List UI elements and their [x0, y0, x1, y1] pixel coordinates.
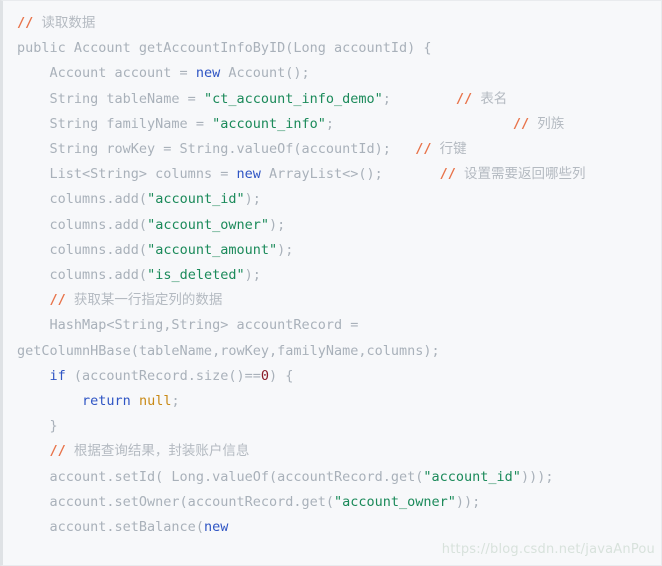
code-token-keyword: new: [203, 519, 229, 536]
code-token-number: 0: [260, 367, 269, 384]
code-token-string: "account_amount": [147, 241, 278, 258]
code-line: // 读取数据: [17, 11, 661, 36]
code-token-plain: columns.add(: [17, 241, 148, 258]
code-token-string: "account_id": [423, 468, 521, 485]
code-token-plain: ArrayList<>();: [260, 166, 440, 183]
code-lines-container: // 读取数据 public Account getAccountInfoByID…: [17, 11, 661, 540]
code-token-plain: HashMap<String,String> accountRecord = g…: [17, 317, 440, 359]
code-token-comment-text: 表名: [480, 90, 508, 107]
code-token-plain: ) {: [269, 367, 294, 384]
code-token-plain: );: [244, 191, 261, 208]
code-line: // 获取某一行指定列的数据: [17, 288, 661, 313]
code-token-keyword: if: [49, 367, 66, 384]
code-block[interactable]: // 读取数据 public Account getAccountInfoByID…: [0, 0, 662, 566]
code-token-plain: String familyName =: [17, 115, 213, 132]
code-token-keyword: new: [195, 65, 221, 82]
code-token-plain: account.setId( Long.valueOf(accountRecor…: [17, 468, 424, 485]
code-line: columns.add("account_id");: [17, 187, 661, 212]
code-line: Account account = new Account();: [17, 61, 661, 86]
code-token-comment-text: 读取数据: [41, 15, 96, 31]
code-token-plain: );: [244, 267, 261, 284]
code-line: columns.add("is_deleted");: [17, 263, 661, 288]
code-token-comment-text: 根据查询结果，封装账户信息: [73, 443, 250, 460]
code-line: String familyName = "account_info"; // 列…: [17, 112, 661, 137]
code-token-comment-marker: //: [49, 443, 74, 460]
code-line: account.setOwner(accountRecord.get("acco…: [17, 490, 661, 515]
code-token-plain: account.setOwner(accountRecord.get(: [17, 493, 334, 510]
code-line: if (accountRecord.size()==0) {: [17, 364, 661, 389]
code-token-plain: account.setBalance(: [17, 519, 204, 536]
watermark-text: https://blog.csdn.net/javaAnPou: [441, 542, 655, 557]
code-token-comment-marker: //: [455, 90, 481, 107]
code-line: String tableName = "ct_account_info_demo…: [17, 87, 661, 112]
code-token-plain: ;: [382, 90, 456, 107]
code-token-keyword: return: [82, 393, 131, 410]
code-token-comment-marker: //: [415, 141, 440, 158]
code-token-plain: Account();: [220, 65, 310, 82]
code-token-string: "account_owner": [147, 216, 269, 233]
code-line: // 根据查询结果，封装账户信息: [17, 439, 661, 464]
code-token-string: "account_owner": [334, 493, 456, 510]
code-line: return null;: [17, 389, 661, 414]
code-line: account.setId( Long.valueOf(accountRecor…: [17, 465, 661, 490]
code-line: columns.add("account_amount");: [17, 238, 661, 263]
code-line: List<String> columns = new ArrayList<>()…: [17, 162, 661, 187]
code-token-plain: }: [17, 418, 58, 435]
code-token-comment-text: 获取某一行指定列的数据: [73, 292, 223, 309]
code-token-plain: );: [277, 241, 294, 258]
code-token-plain: columns.add(: [17, 216, 148, 233]
code-line: String rowKey = String.valueOf(accountId…: [17, 137, 661, 162]
code-token-keyword: new: [236, 166, 261, 183]
code-token-comment-text: 列族: [537, 115, 565, 132]
code-token-plain: ;: [325, 115, 513, 132]
code-token-plain: String rowKey = String.valueOf(accountId…: [17, 141, 416, 158]
code-line: HashMap<String,String> accountRecord = g…: [17, 313, 661, 363]
code-token-plain: (accountRecord.size()==: [65, 367, 261, 384]
code-token-plain: );: [268, 216, 286, 233]
code-line: account.setBalance(new: [17, 515, 661, 540]
code-token-plain: )));: [520, 468, 554, 485]
code-token-null-literal: null: [138, 393, 172, 410]
code-line: public Account getAccountInfoByID(Long a…: [17, 36, 661, 61]
code-token-plain: Account account =: [17, 65, 196, 82]
code-token-plain: columns.add(: [17, 267, 148, 284]
code-token-plain: ;: [171, 393, 180, 410]
code-token-comment-marker: //: [512, 115, 538, 132]
code-token-string: "ct_account_info_demo": [203, 90, 383, 107]
code-token-string: "account_id": [147, 191, 245, 208]
code-token-comment-marker: //: [17, 15, 42, 31]
code-token-comment-text: 设置需要返回哪些列: [464, 166, 586, 183]
code-token-plain: public Account getAccountInfoByID(Long a…: [17, 40, 432, 57]
code-token-comment-marker: //: [439, 166, 465, 183]
code-token-plain: columns.add(: [17, 191, 148, 208]
code-token-plain: String tableName =: [17, 90, 204, 107]
code-token-string: "is_deleted": [147, 267, 245, 284]
code-token-string: "account_info": [212, 115, 326, 132]
code-token-comment-marker: //: [49, 292, 74, 309]
code-token-comment-text: 行键: [439, 141, 467, 158]
code-line: columns.add("account_owner");: [17, 213, 661, 238]
code-token-plain: ));: [455, 493, 481, 510]
code-token-plain: List<String> columns =: [17, 166, 237, 183]
code-line: }: [17, 414, 661, 439]
